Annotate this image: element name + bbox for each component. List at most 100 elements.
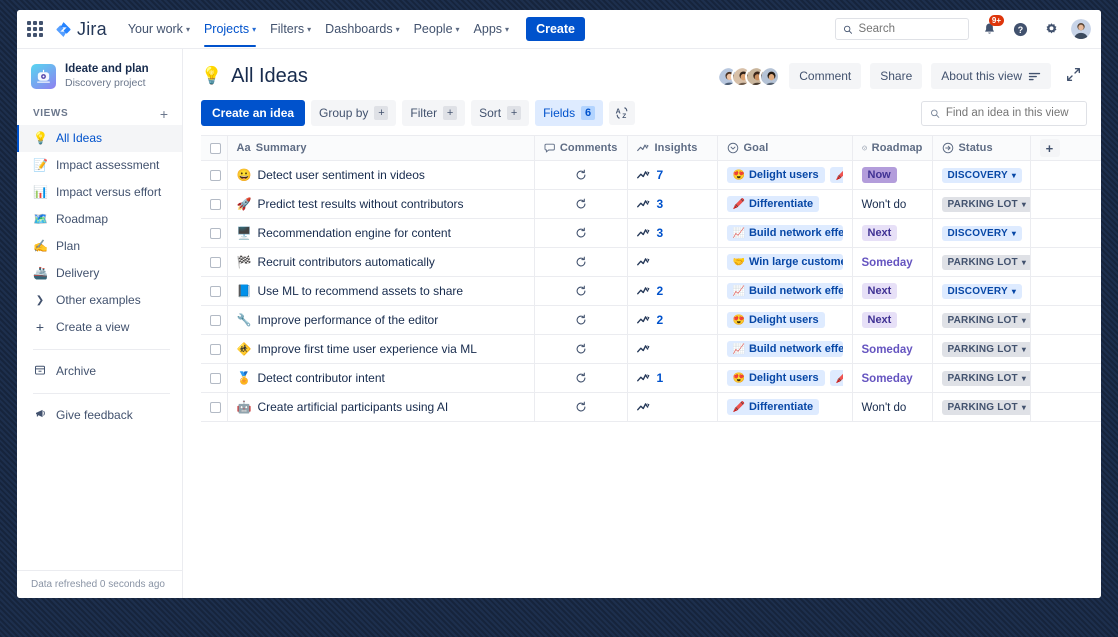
table-row[interactable]: 🚸Improve first time user experience via …	[201, 335, 1101, 364]
goal-chip[interactable]: 🤝Win large customers	[727, 254, 843, 270]
insights-cell[interactable]: 2	[627, 306, 717, 335]
fields-button[interactable]: Fields 6	[535, 100, 603, 126]
notifications-button[interactable]: 9+	[978, 18, 1000, 40]
select-all-header[interactable]	[201, 136, 227, 161]
add-comment-icon[interactable]	[575, 256, 587, 268]
insights-cell[interactable]	[627, 393, 717, 422]
roadmap-cell[interactable]: Next	[852, 306, 932, 335]
comments-cell[interactable]	[534, 190, 627, 219]
goal-chip[interactable]: 📈Build network effects	[727, 341, 843, 357]
column-header-insights[interactable]: Insights	[627, 136, 717, 161]
app-switcher-icon[interactable]	[23, 17, 47, 41]
goal-cell[interactable]: 😍Delight users🖍️Differentiate	[717, 161, 852, 190]
nav-projects[interactable]: Projects ▾	[197, 12, 263, 47]
insights-cell[interactable]	[627, 248, 717, 277]
goal-cell[interactable]: 😍Delight users🖍️Differentiate	[717, 364, 852, 393]
nav-apps[interactable]: Apps ▾	[467, 12, 517, 47]
add-view-icon[interactable]: +	[160, 107, 168, 121]
nav-people[interactable]: People ▾	[407, 12, 467, 47]
status-cell[interactable]: PARKING LOT▾	[932, 306, 1030, 335]
add-comment-icon[interactable]	[575, 169, 587, 181]
insights-cell[interactable]	[627, 335, 717, 364]
goal-cell[interactable]: 📈Build network effects	[717, 335, 852, 364]
add-comment-button[interactable]	[544, 198, 618, 210]
row-checkbox[interactable]	[210, 286, 221, 297]
goal-cell[interactable]: 🤝Win large customers	[717, 248, 852, 277]
add-comment-button[interactable]	[544, 343, 618, 355]
goal-cell[interactable]: 📈Build network effects	[717, 277, 852, 306]
status-cell[interactable]: PARKING LOT▾	[932, 335, 1030, 364]
goal-chip[interactable]: 🖍️Differentiate	[727, 196, 820, 212]
row-checkbox[interactable]	[210, 199, 221, 210]
profile-avatar[interactable]	[1071, 19, 1091, 39]
roadmap-value[interactable]: Won't do	[862, 402, 907, 414]
roadmap-cell[interactable]: Someday	[852, 248, 932, 277]
row-select-cell[interactable]	[201, 277, 227, 306]
goal-chip[interactable]: 📈Build network effects	[727, 225, 843, 241]
sidebar-item-all-ideas[interactable]: 💡 All Ideas	[17, 125, 182, 152]
roadmap-badge[interactable]: Next	[862, 283, 898, 299]
nav-your-work[interactable]: Your work ▾	[121, 12, 197, 47]
insights-cell[interactable]: 3	[627, 190, 717, 219]
comments-cell[interactable]	[534, 161, 627, 190]
add-comment-button[interactable]	[544, 314, 618, 326]
row-select-cell[interactable]	[201, 219, 227, 248]
add-comment-button[interactable]	[544, 169, 618, 181]
roadmap-badge[interactable]: Next	[862, 312, 898, 328]
select-all-checkbox[interactable]	[210, 143, 221, 154]
comments-cell[interactable]	[534, 277, 627, 306]
row-select-cell[interactable]	[201, 161, 227, 190]
row-checkbox[interactable]	[210, 228, 221, 239]
table-row[interactable]: 😀Detect user sentiment in videos7😍Deligh…	[201, 161, 1101, 190]
add-comment-icon[interactable]	[575, 314, 587, 326]
summary-cell[interactable]: 🔧Improve performance of the editor	[227, 306, 534, 335]
row-select-cell[interactable]	[201, 306, 227, 335]
row-checkbox[interactable]	[210, 170, 221, 181]
find-idea-input[interactable]	[946, 107, 1078, 119]
comments-cell[interactable]	[534, 219, 627, 248]
status-cell[interactable]: PARKING LOT▾	[932, 190, 1030, 219]
row-select-cell[interactable]	[201, 393, 227, 422]
add-comment-button[interactable]	[544, 256, 618, 268]
create-an-idea-button[interactable]: Create an idea	[201, 100, 305, 126]
column-header-goal[interactable]: Goal	[717, 136, 852, 161]
status-cell[interactable]: PARKING LOT▾	[932, 248, 1030, 277]
status-cell[interactable]: PARKING LOT▾	[932, 364, 1030, 393]
table-row[interactable]: 🔧Improve performance of the editor2😍Deli…	[201, 306, 1101, 335]
column-header-add-field[interactable]: +	[1030, 136, 1101, 161]
status-badge[interactable]: PARKING LOT▾	[942, 313, 1031, 328]
comments-cell[interactable]	[534, 248, 627, 277]
summary-cell[interactable]: 🚸Improve first time user experience via …	[227, 335, 534, 364]
expand-view-button[interactable]	[1060, 63, 1087, 89]
sort-alphabetical-button[interactable]: A Z	[609, 101, 635, 125]
status-badge[interactable]: DISCOVERY▾	[942, 168, 1023, 183]
status-badge[interactable]: DISCOVERY▾	[942, 226, 1023, 241]
insights-cell[interactable]: 7	[627, 161, 717, 190]
nav-dashboards[interactable]: Dashboards ▾	[318, 12, 406, 47]
row-checkbox[interactable]	[210, 257, 221, 268]
roadmap-value[interactable]: Someday	[862, 373, 913, 385]
about-this-view-button[interactable]: About this view	[931, 63, 1051, 89]
status-cell[interactable]: PARKING LOT▾	[932, 393, 1030, 422]
roadmap-cell[interactable]: Won't do	[852, 190, 932, 219]
comments-cell[interactable]	[534, 364, 627, 393]
column-header-summary[interactable]: Aa Summary	[227, 136, 534, 161]
add-comment-button[interactable]	[544, 285, 618, 297]
filter-button[interactable]: Filter +	[402, 100, 465, 126]
row-select-cell[interactable]	[201, 364, 227, 393]
add-field-icon[interactable]: +	[1040, 139, 1060, 157]
add-comment-button[interactable]	[544, 401, 618, 413]
column-header-roadmap[interactable]: Roadmap	[852, 136, 932, 161]
row-checkbox[interactable]	[210, 315, 221, 326]
add-comment-icon[interactable]	[575, 198, 587, 210]
sidebar-item-archive[interactable]: Archive	[17, 358, 182, 385]
status-badge[interactable]: PARKING LOT▾	[942, 255, 1031, 270]
roadmap-cell[interactable]: Won't do	[852, 393, 932, 422]
roadmap-cell[interactable]: Someday	[852, 335, 932, 364]
help-button[interactable]: ?	[1009, 18, 1031, 40]
add-comment-icon[interactable]	[575, 227, 587, 239]
comments-cell[interactable]	[534, 335, 627, 364]
summary-cell[interactable]: 🤖Create artificial participants using AI	[227, 393, 534, 422]
roadmap-value[interactable]: Someday	[862, 257, 913, 269]
insights-cell[interactable]: 3	[627, 219, 717, 248]
